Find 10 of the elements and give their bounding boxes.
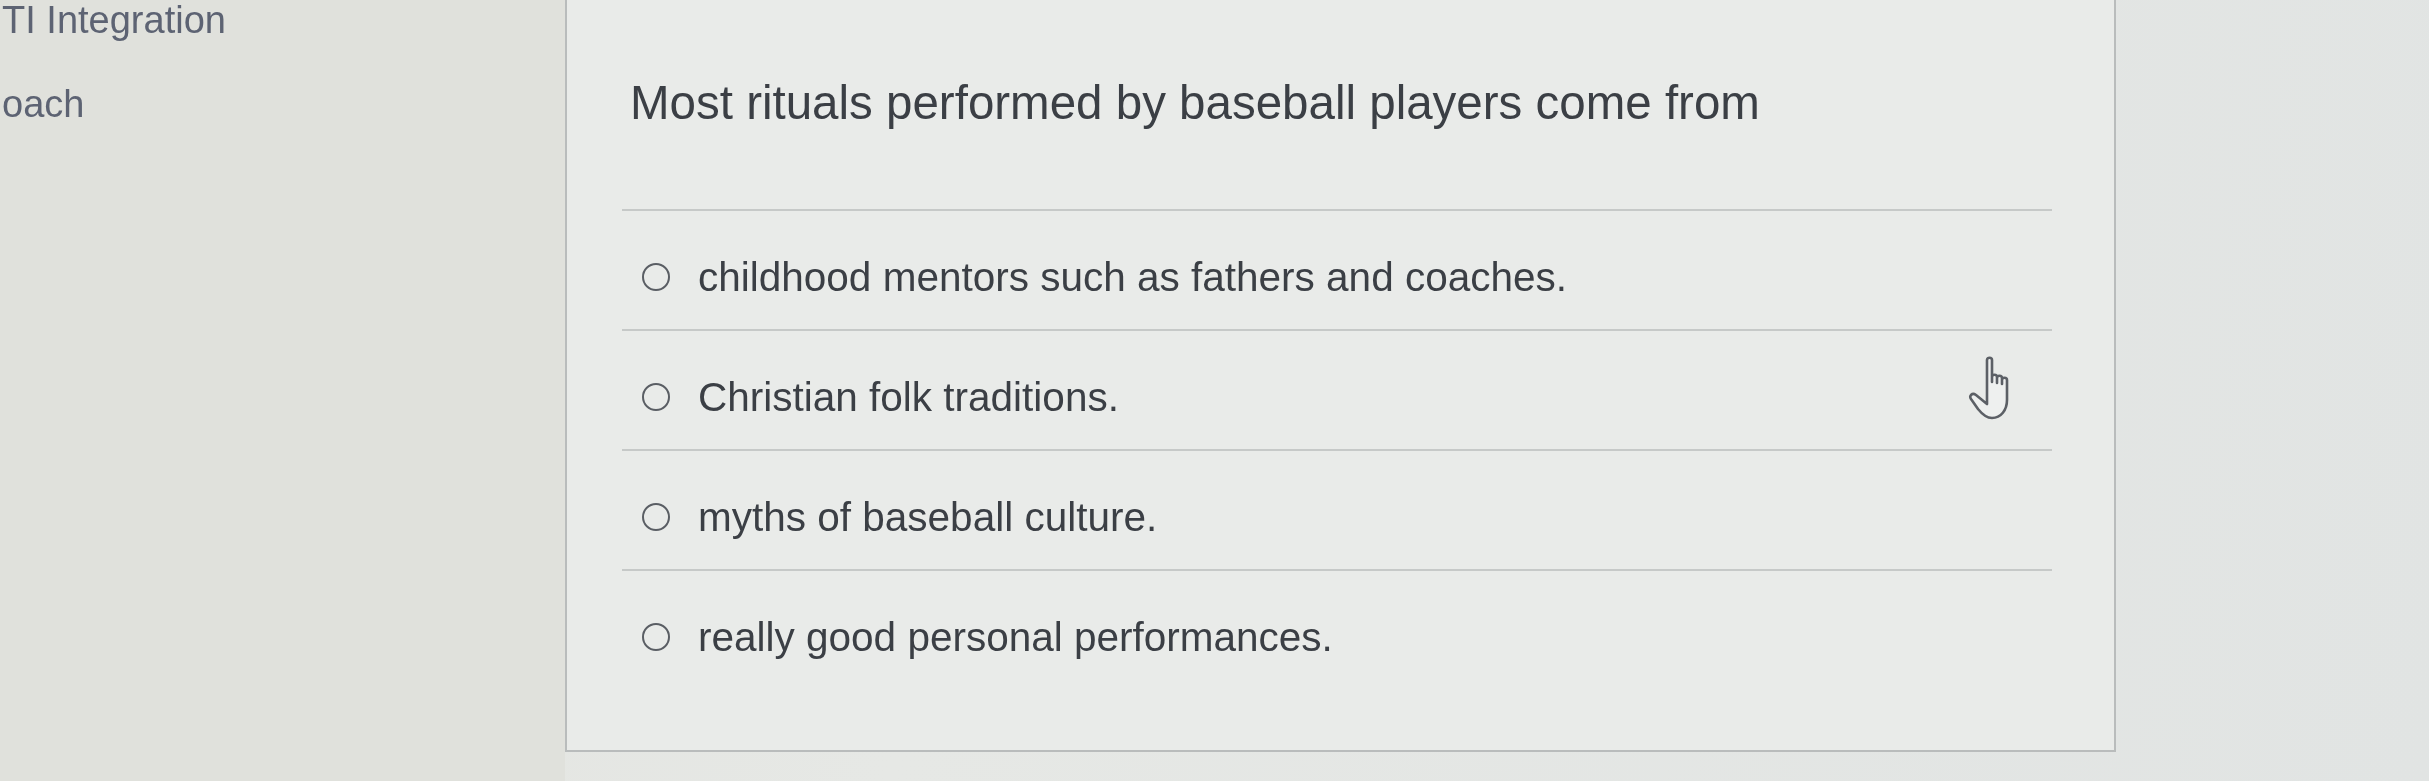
radio-button[interactable] — [642, 623, 670, 651]
radio-button[interactable] — [642, 263, 670, 291]
sidebar-link[interactable]: oach — [2, 83, 85, 126]
sidebar-link[interactable]: TI Integration — [2, 0, 226, 42]
answer-option[interactable]: myths of baseball culture. — [622, 449, 2052, 569]
answer-option[interactable]: really good personal performances. — [622, 569, 2052, 689]
radio-button[interactable] — [642, 383, 670, 411]
radio-button[interactable] — [642, 503, 670, 531]
answer-option[interactable]: childhood mentors such as fathers and coaches. — [622, 209, 2052, 329]
question-text: Most rituals performed by baseball players come from — [630, 75, 1760, 131]
